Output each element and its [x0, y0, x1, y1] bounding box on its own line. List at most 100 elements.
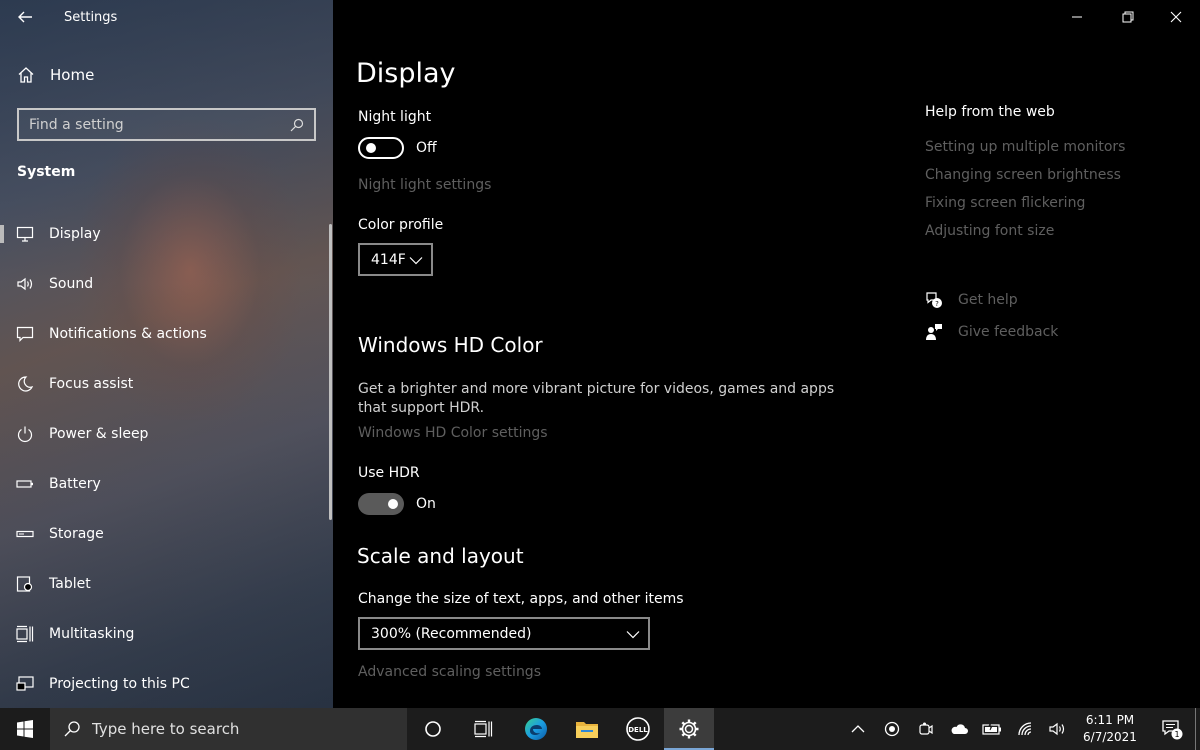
record-icon — [884, 721, 900, 737]
edge-button[interactable] — [511, 708, 561, 750]
meet-now-icon — [919, 722, 933, 735]
tray-onedrive-button[interactable] — [943, 708, 975, 750]
color-profile-value: 414F — [371, 251, 406, 268]
show-desktop-button[interactable] — [1195, 708, 1196, 750]
storage-icon — [16, 530, 34, 538]
home-label: Home — [50, 66, 95, 84]
sidebar-item-focus-assist[interactable]: Focus assist — [0, 359, 330, 409]
hd-color-description: Get a brighter and more vibrant picture … — [358, 381, 835, 416]
night-light-state: Off — [416, 140, 437, 156]
sidebar-item-label: Battery — [49, 476, 101, 492]
find-setting-input[interactable] — [29, 116, 290, 133]
close-icon — [1170, 11, 1182, 23]
sidebar-item-tablet[interactable]: Tablet — [0, 559, 330, 609]
projecting-icon — [16, 676, 34, 691]
use-hdr-toggle[interactable] — [358, 493, 404, 515]
text-size-value: 300% (Recommended) — [371, 625, 532, 642]
sidebar-item-label: Notifications & actions — [49, 326, 207, 342]
start-button[interactable] — [0, 708, 50, 750]
get-help-icon: ? — [926, 292, 942, 308]
power-icon — [17, 426, 33, 443]
help-link-font-size[interactable]: Adjusting font size — [925, 223, 1054, 239]
folder-icon — [576, 722, 598, 738]
taskbar-clock[interactable]: 6:11 PM 6/7/2021 — [1078, 712, 1142, 746]
give-feedback-label: Give feedback — [958, 324, 1059, 340]
sidebar-item-display[interactable]: Display — [0, 209, 330, 259]
find-setting-search[interactable] — [17, 108, 316, 141]
sidebar-item-power-sleep[interactable]: Power & sleep — [0, 409, 330, 459]
tray-record-button[interactable] — [876, 708, 908, 750]
clock-time: 6:11 PM — [1085, 713, 1135, 727]
page-title: Display — [356, 58, 456, 89]
dell-app-button[interactable]: DELL — [613, 708, 663, 750]
help-link-screen-flickering[interactable]: Fixing screen flickering — [925, 195, 1085, 211]
help-link-screen-brightness[interactable]: Changing screen brightness — [925, 167, 1121, 183]
get-help-label: Get help — [958, 292, 1018, 308]
restore-button[interactable] — [1117, 6, 1139, 28]
sidebar-item-label: Focus assist — [49, 376, 134, 392]
night-light-settings-link[interactable]: Night light settings — [358, 177, 491, 193]
hd-color-settings-link[interactable]: Windows HD Color settings — [358, 425, 548, 441]
give-feedback-link[interactable]: Give feedback — [925, 323, 1058, 341]
sidebar-item-label: Tablet — [49, 576, 91, 592]
chevron-down-icon — [626, 630, 640, 638]
action-center-button[interactable]: 1 — [1152, 708, 1192, 750]
sidebar-item-label: Multitasking — [49, 626, 135, 642]
use-hdr-state: On — [416, 496, 436, 512]
sidebar-item-storage[interactable]: Storage — [0, 509, 330, 559]
sidebar-item-battery[interactable]: Battery — [0, 459, 330, 509]
tray-battery-button[interactable] — [976, 708, 1008, 750]
home-link[interactable]: Home — [16, 65, 94, 85]
main-content: Display Night light Off Night light sett… — [333, 0, 1200, 708]
taskbar-search-input[interactable] — [92, 720, 372, 738]
back-button[interactable] — [16, 8, 36, 28]
night-light-toggle[interactable] — [358, 137, 404, 159]
tray-volume-button[interactable] — [1042, 708, 1074, 750]
show-hidden-icons-button[interactable] — [842, 708, 874, 750]
gear-icon — [679, 719, 699, 739]
settings-taskbar-button[interactable] — [664, 708, 714, 750]
toggle-knob — [366, 143, 376, 153]
monitor-icon — [16, 226, 34, 242]
help-title: Help from the web — [925, 104, 1055, 120]
sidebar-item-label: Projecting to this PC — [49, 676, 190, 692]
svg-text:?: ? — [935, 300, 939, 308]
sidebar-item-sound[interactable]: Sound — [0, 259, 330, 309]
sidebar-item-label: Power & sleep — [49, 426, 149, 442]
task-view-button[interactable] — [458, 708, 508, 750]
minimize-icon — [1072, 16, 1082, 18]
advanced-scaling-link[interactable]: Advanced scaling settings — [358, 664, 541, 680]
hd-color-title: Windows HD Color — [358, 333, 543, 357]
minimize-button[interactable] — [1066, 6, 1088, 28]
cortana-icon — [425, 721, 441, 737]
volume-icon — [1049, 722, 1065, 736]
sidebar-item-notifications[interactable]: Notifications & actions — [0, 309, 330, 359]
home-icon — [18, 67, 34, 83]
taskbar-search[interactable] — [50, 708, 407, 750]
help-link-multiple-monitors[interactable]: Setting up multiple monitors — [925, 139, 1125, 155]
scale-layout-title: Scale and layout — [357, 544, 524, 568]
file-explorer-button[interactable] — [562, 708, 612, 750]
cortana-button[interactable] — [408, 708, 458, 750]
night-light-label: Night light — [358, 109, 432, 125]
app-title: Settings — [64, 10, 118, 25]
toggle-knob — [388, 499, 398, 509]
color-profile-dropdown[interactable]: 414F — [358, 243, 433, 276]
get-help-link[interactable]: ? Get help — [925, 291, 1018, 309]
sidebar-item-label: Storage — [49, 526, 104, 542]
text-size-dropdown[interactable]: 300% (Recommended) — [358, 617, 650, 650]
sidebar-scrollbar[interactable] — [329, 224, 332, 520]
sidebar-item-multitasking[interactable]: Multitasking — [0, 609, 330, 659]
text-size-label: Change the size of text, apps, and other… — [358, 591, 684, 607]
search-icon[interactable] — [290, 118, 304, 132]
clock-date: 6/7/2021 — [1083, 730, 1137, 744]
sidebar-item-projecting[interactable]: Projecting to this PC — [0, 659, 330, 708]
chevron-down-icon — [409, 256, 423, 264]
tray-meet-now-button[interactable] — [910, 708, 942, 750]
tray-wifi-button[interactable] — [1010, 708, 1042, 750]
tablet-icon — [16, 576, 33, 592]
speaker-icon — [17, 277, 33, 291]
close-button[interactable] — [1165, 6, 1187, 28]
cloud-icon — [951, 724, 968, 734]
moon-icon — [18, 376, 34, 392]
